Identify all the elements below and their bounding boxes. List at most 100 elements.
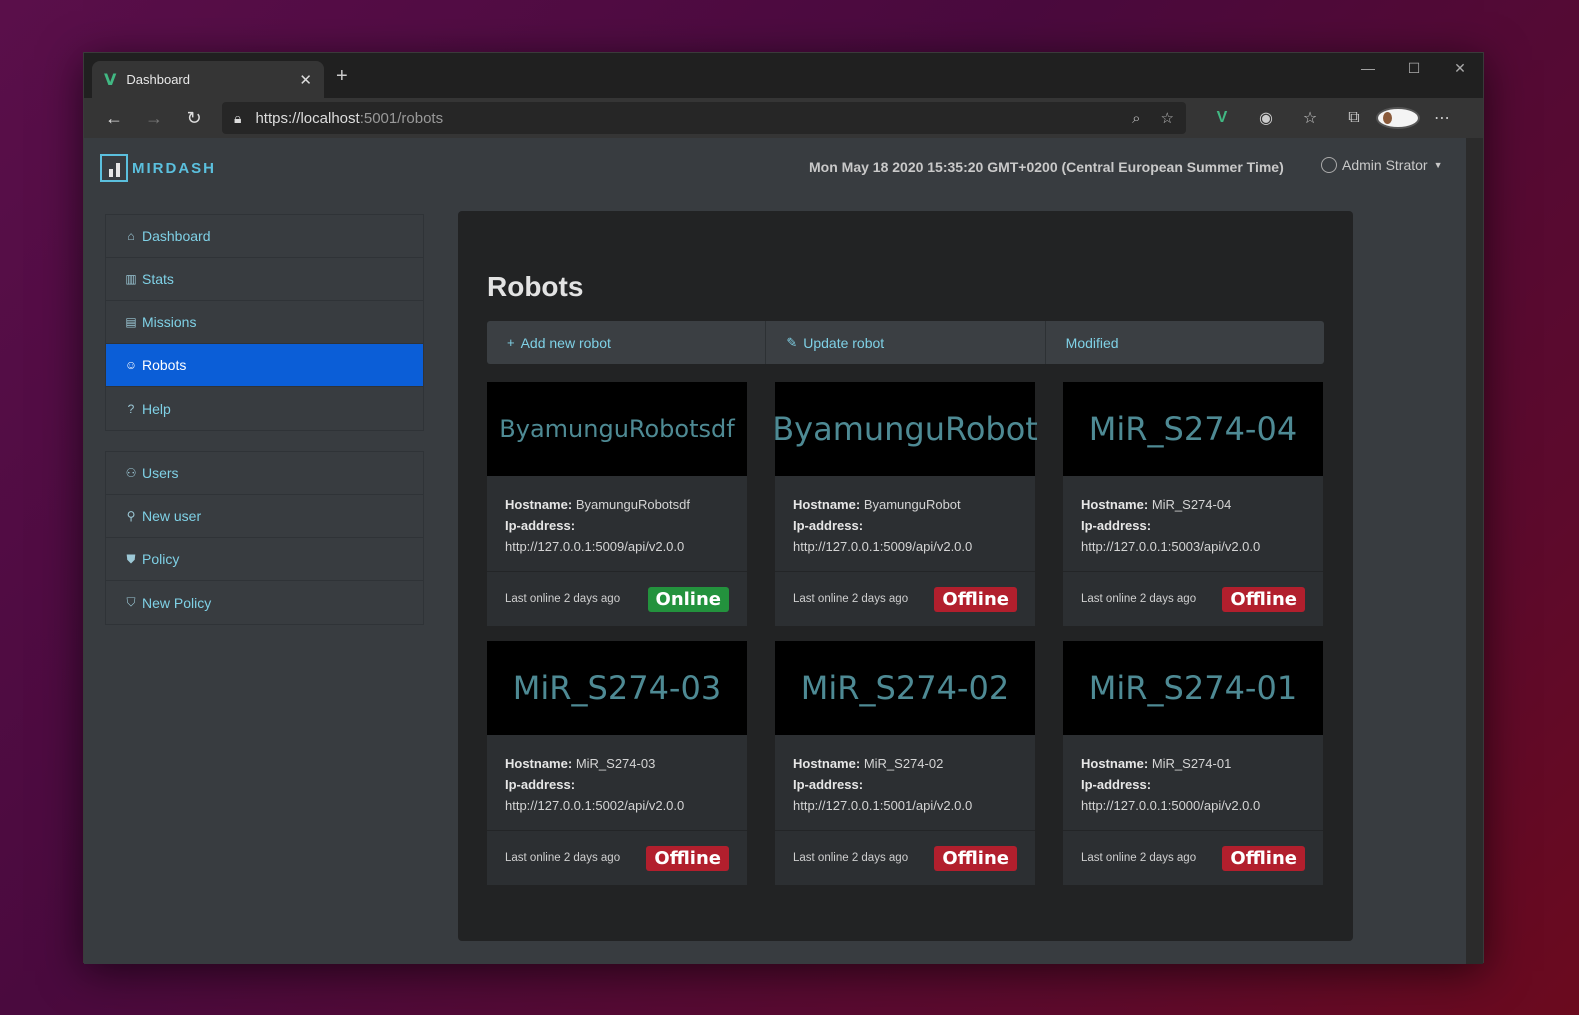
- robot-card[interactable]: ByamunguRobotsdf Hostname: ByamunguRobots…: [487, 382, 747, 626]
- hostname-value: ByamunguRobot: [863, 497, 961, 512]
- ip-value: http://127.0.0.1:5009/api/v2.0.0: [505, 539, 685, 554]
- zoom-out-icon[interactable]: ⌕: [1132, 110, 1140, 127]
- sidebar: ⌂ Dashboard ▥ Stats ▤ Missions ☺ Robots? Help ⚇ U…: [105, 214, 424, 645]
- user-menu[interactable]: Admin Strator ▼: [1321, 157, 1443, 173]
- sidebar-item-label: Stats: [142, 271, 174, 287]
- shield-icon: ⛉: [126, 595, 136, 609]
- caret-down-icon: ▼: [1433, 160, 1443, 170]
- robot-name-banner: MiR_S274-04: [1063, 382, 1323, 476]
- app-header: MIRDASH Mon May 18 2020 15:35:20 GMT+020…: [84, 138, 1467, 198]
- sidebar-item-new-user[interactable]: ⚲ New user: [106, 495, 423, 538]
- sidebar-item-label: New Policy: [142, 594, 212, 611]
- robot-card[interactable]: MiR_S274-03 Hostname: MiR_S274-03 Ip-addre…: [487, 641, 747, 885]
- question-icon: ?: [127, 401, 135, 416]
- robot-card-footer: Last online 2 days ago Offline: [1063, 831, 1323, 885]
- hostname-label: Hostname:: [505, 497, 573, 512]
- tab-title: Dashboard: [126, 72, 190, 87]
- ip-label: Ip-address:: [1081, 518, 1152, 533]
- shield-filled-icon: ⛊: [126, 551, 136, 566]
- sidebar-item-label: Robots: [142, 357, 187, 373]
- ip-value: http://127.0.0.1:5002/api/v2.0.0: [505, 798, 685, 813]
- brand-name: MIRDASH: [132, 159, 216, 177]
- hostname-label: Hostname:: [1081, 756, 1149, 771]
- hostname-row: Hostname: ByamunguRobot: [793, 494, 1017, 515]
- sidebar-item-policy[interactable]: ⛊ Policy: [106, 538, 423, 581]
- sidebar-item-robots[interactable]: ☺ Robots: [106, 344, 423, 387]
- robot-name-banner: ByamunguRobotsdf: [487, 382, 747, 476]
- sidebar-item-stats[interactable]: ▥ Stats: [106, 258, 423, 301]
- robot-details: Hostname: MiR_S274-02 Ip-address: http://1…: [775, 735, 1035, 831]
- brand-logo[interactable]: MIRDASH: [100, 154, 216, 182]
- page-scrollbar[interactable]: [1466, 138, 1483, 964]
- sidebar-item-missions[interactable]: ▤ Missions: [106, 301, 423, 344]
- sidebar-item-new-policy[interactable]: ⛉ New Policy: [106, 581, 423, 624]
- robot-card-footer: Last online 2 days ago Offline: [1063, 572, 1323, 626]
- sidebar-item-users[interactable]: ⚇ Users: [106, 452, 423, 495]
- hostname-row: Hostname: MiR_S274-03: [505, 753, 729, 774]
- robot-details: Hostname: ByamunguRobotsdf Ip-address: htt…: [487, 476, 747, 572]
- robot-details: Hostname: ByamunguRobot Ip-address: http:/…: [775, 476, 1035, 572]
- forward-arrow-icon[interactable]: →: [134, 102, 174, 134]
- ip-label: Ip-address:: [793, 777, 864, 792]
- favorite-star-icon[interactable]: ☆: [1161, 109, 1174, 127]
- tab-close-icon[interactable]: ✕: [299, 71, 312, 89]
- hostname-label: Hostname:: [505, 756, 573, 771]
- last-online-text: Last online 2 days ago: [793, 852, 909, 864]
- action-label: Add new robot: [520, 334, 611, 351]
- hostname-value: MiR_S274-01: [1151, 756, 1232, 771]
- back-arrow-icon[interactable]: ←: [94, 102, 134, 134]
- add-new-robot-button[interactable]: + Add new robot: [487, 321, 767, 364]
- address-bar[interactable]: 🔒︎ https://localhost:5001/robots ⌕ ☆: [222, 102, 1186, 134]
- hostname-value: MiR_S274-02: [863, 756, 944, 771]
- hostname-row: Hostname: MiR_S274-02: [793, 753, 1017, 774]
- page-title: Robots: [487, 271, 584, 302]
- profile-avatar[interactable]: [1376, 107, 1420, 129]
- ip-label: Ip-address:: [1081, 777, 1152, 792]
- robot-details: Hostname: MiR_S274-01 Ip-address: http://1…: [1063, 735, 1323, 831]
- sidebar-item-label: Users: [142, 465, 179, 481]
- pencil-icon: ✎: [786, 334, 798, 350]
- users-icon: ⚇: [125, 466, 137, 480]
- sidebar-item-dashboard[interactable]: ⌂ Dashboard: [106, 215, 423, 258]
- robot-card[interactable]: MiR_S274-02 Hostname: MiR_S274-02 Ip-addre…: [775, 641, 1035, 885]
- extensions-area: V ◉ ☆ ⧉ ⋯: [1200, 107, 1464, 129]
- new-tab-button[interactable]: +: [336, 65, 348, 88]
- status-badge: Offline: [1222, 845, 1305, 871]
- vue-devtools-icon[interactable]: V: [1200, 109, 1244, 127]
- robot-card[interactable]: MiR_S274-04 Hostname: MiR_S274-04 Ip-addre…: [1063, 382, 1323, 626]
- sidebar-item-label: Missions: [142, 314, 197, 330]
- robot-details: Hostname: MiR_S274-03 Ip-address: http://1…: [487, 735, 747, 831]
- last-online-text: Last online 2 days ago: [1081, 852, 1197, 864]
- sidebar-item-label: New user: [142, 508, 202, 524]
- hostname-value: ByamunguRobotsdf: [575, 497, 690, 512]
- more-menu-icon[interactable]: ⋯: [1420, 108, 1464, 128]
- robot-details: Hostname: MiR_S274-04 Ip-address: http://1…: [1063, 476, 1323, 572]
- sidebar-main-group: ⌂ Dashboard ▥ Stats ▤ Missions ☺ Robots? Help: [105, 214, 424, 431]
- sidebar-item-help[interactable]: ? Help: [106, 387, 423, 430]
- hostname-value: MiR_S274-03: [575, 756, 656, 771]
- bar-chart-logo-icon: [100, 154, 128, 182]
- vue-favicon-icon: V: [104, 70, 117, 89]
- robot-card[interactable]: ByamunguRobot Hostname: ByamunguRobot Ip-a…: [772, 382, 1038, 626]
- status-badge: Offline: [1222, 586, 1305, 612]
- update-robot-button[interactable]: ✎ Update robot: [766, 321, 1046, 364]
- user-plus-icon: ⚲: [126, 509, 136, 523]
- robot-card[interactable]: MiR_S274-01 Hostname: MiR_S274-01 Ip-addre…: [1063, 641, 1323, 885]
- last-online-text: Last online 2 days ago: [1081, 593, 1197, 605]
- window-controls: — ☐ ✕: [1345, 53, 1483, 83]
- close-window-button[interactable]: ✕: [1437, 53, 1483, 83]
- collections-icon[interactable]: ⧉: [1332, 109, 1376, 127]
- browser-tab[interactable]: V Dashboard ✕: [92, 61, 324, 98]
- favorites-icon[interactable]: ☆: [1288, 108, 1332, 128]
- refresh-icon[interactable]: ↻: [174, 102, 214, 134]
- extension-icon[interactable]: ◉: [1244, 108, 1288, 128]
- minimize-button[interactable]: —: [1345, 53, 1391, 83]
- hostname-row: Hostname: ByamunguRobotsdf: [505, 494, 729, 515]
- current-datetime: Mon May 18 2020 15:35:20 GMT+0200 (Centr…: [809, 159, 1284, 175]
- robot-name-banner: MiR_S274-03: [487, 641, 747, 735]
- maximize-button[interactable]: ☐: [1391, 53, 1437, 83]
- modified-button[interactable]: Modified: [1046, 321, 1324, 364]
- home-icon: ⌂: [127, 229, 135, 243]
- robot-card-footer: Last online 2 days ago Offline: [775, 572, 1035, 626]
- url-text[interactable]: https://localhost:5001/robots: [255, 110, 1112, 127]
